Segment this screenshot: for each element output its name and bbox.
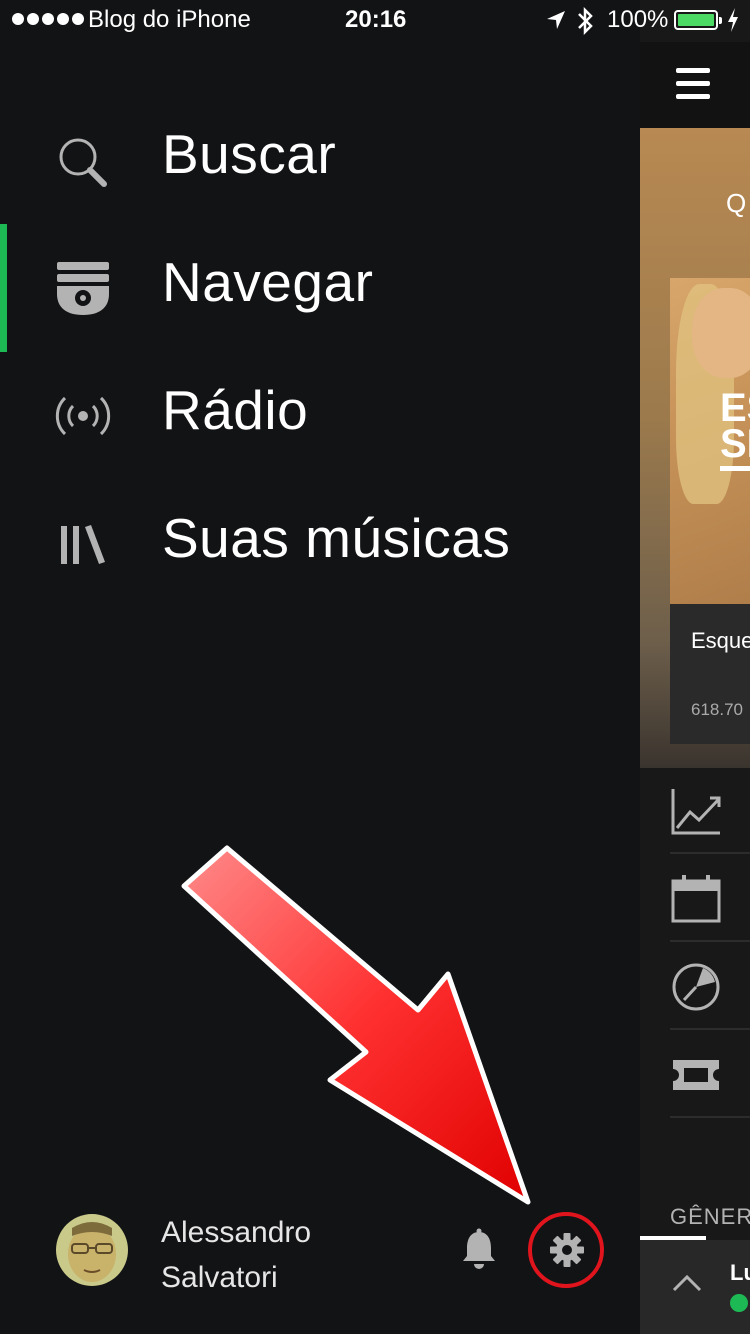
menu-label-radio: Rádio [162, 379, 309, 441]
cover-logo-bar [720, 466, 750, 471]
mini-player[interactable]: Lu [640, 1240, 750, 1334]
battery-percent: 100% [607, 6, 669, 33]
location-arrow-icon [547, 11, 565, 29]
search-icon [59, 138, 107, 187]
radio-icon [55, 396, 111, 436]
browse-icon [57, 262, 109, 315]
cover-face-shape [692, 288, 750, 378]
menu-label-suas-musicas: Suas músicas [162, 507, 511, 569]
chevron-up-icon[interactable] [672, 1274, 702, 1292]
now-playing-title: Lu [730, 1260, 750, 1285]
clock: 20:16 [345, 6, 407, 33]
status-bar: Blog do iPhone 20:16 100% [0, 0, 750, 42]
genres-section-label: GÊNER [670, 1204, 750, 1229]
playlist-cover-image: ESSE [670, 278, 750, 604]
list-item-moods[interactable] [670, 940, 750, 1030]
menu-item-navegar[interactable]: Navegar [0, 224, 640, 352]
calendar-icon [671, 875, 721, 923]
menu-label-navegar: Navegar [162, 251, 374, 313]
chart-trend-icon [671, 789, 721, 835]
cover-logo-mark: ESSE [720, 386, 750, 466]
list-item-new-releases[interactable] [670, 852, 750, 942]
clock-dial-icon [672, 963, 720, 1011]
list-item-concerts[interactable] [670, 1028, 750, 1118]
list-item-charts[interactable] [670, 764, 750, 854]
playlist-title: Esque [691, 628, 750, 653]
user-name: Alessandro Salvatori [161, 1210, 341, 1300]
ticket-icon [673, 1060, 719, 1090]
bell-icon[interactable] [460, 1228, 498, 1270]
battery-icon [674, 10, 722, 30]
library-icon [61, 525, 105, 564]
bluetooth-icon [578, 7, 593, 35]
device-speaker-icon [730, 1294, 748, 1312]
hamburger-menu-icon[interactable] [676, 68, 710, 107]
carrier-name: Blog do iPhone [88, 6, 251, 33]
hero-heading: Q [726, 188, 747, 218]
signal-strength-icon [12, 13, 84, 25]
charging-bolt-icon [728, 8, 738, 32]
menu-label-buscar: Buscar [162, 123, 337, 185]
menu-item-buscar[interactable]: Buscar [0, 96, 640, 224]
main-panel[interactable]: Q ESSE Esque 618.70 [640, 0, 750, 1334]
avatar [56, 1214, 128, 1286]
menu-item-suas-musicas[interactable]: Suas músicas [0, 480, 640, 608]
playlist-followers: 618.70 [691, 700, 743, 719]
menu-item-radio[interactable]: Rádio [0, 352, 640, 480]
featured-playlist-card[interactable]: ESSE Esque 618.70 [670, 278, 750, 744]
user-first-name: Alessandro [161, 1216, 312, 1249]
gear-icon[interactable] [548, 1231, 586, 1269]
user-last-name: Salvatori [161, 1261, 278, 1294]
